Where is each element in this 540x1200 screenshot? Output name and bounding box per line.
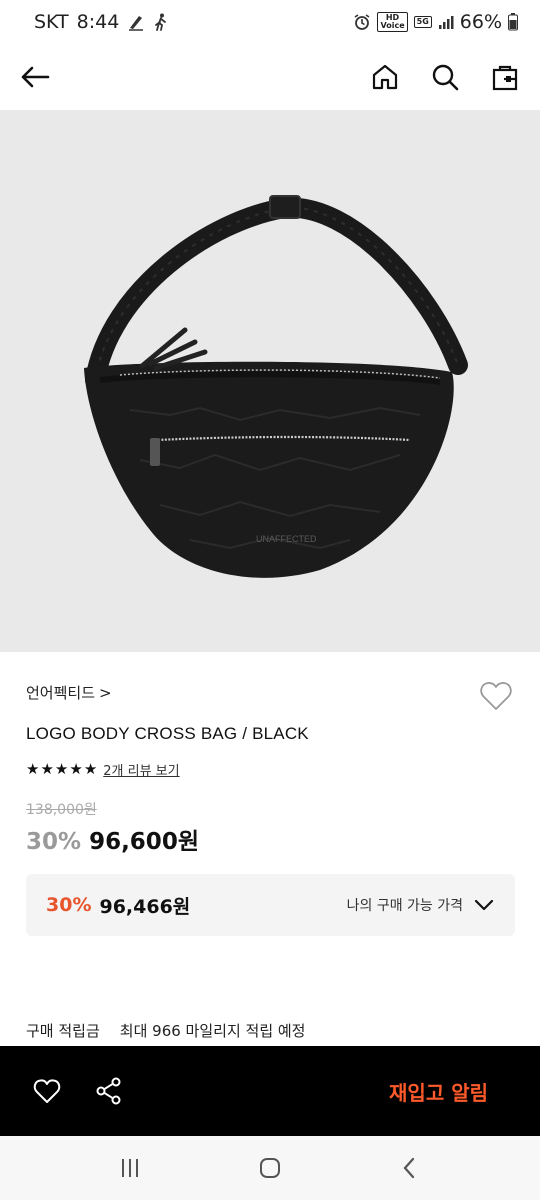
shopping-bag-icon [492,65,518,91]
star-icon: ★ [26,760,40,778]
battery-icon [508,13,518,31]
star-rating: ★ ★ ★ ★ ★ [26,762,97,777]
heart-icon [33,1079,61,1103]
brand-name: 언어펙티드 [26,684,96,702]
battery-percent: 66% [459,11,502,33]
home-nav-button[interactable] [250,1148,290,1188]
star-icon: ★ [69,760,83,778]
home-circle-icon [260,1158,280,1178]
carrier-label: SKT [34,11,69,33]
review-link[interactable]: 2개 리뷰 보기 [103,760,179,779]
points-row: 구매 적립금 최대 966 마일리지 적립 예정 [26,1020,306,1041]
chevron-down-icon [474,899,494,911]
pen-notification-icon [127,13,145,31]
points-label: 구매 적립금 [26,1022,100,1040]
status-bar: SKT 8:44 HD Voice 5G 66% [0,0,540,44]
my-price-dropdown[interactable]: 30% 96,466원 나의 구매 가능 가격 [26,874,515,936]
restock-alert-button[interactable]: 재입고 알림 [389,1077,488,1106]
system-nav-bar [0,1136,540,1200]
search-button[interactable] [428,60,462,94]
star-icon: ★ [40,760,54,778]
bottom-wishlist-button[interactable] [30,1074,64,1108]
home-icon [372,64,398,90]
sale-price: 96,600원 [89,829,199,855]
price-row: 30% 96,600원 [26,822,199,856]
star-icon: ★ [54,760,69,778]
clock: 8:44 [76,11,120,33]
my-discount-rate: 30% [46,894,92,916]
points-value: 최대 966 마일리지 적립 예정 [119,1022,306,1040]
arrow-left-icon [21,66,50,88]
signal-icon [438,14,454,30]
share-button[interactable] [92,1074,126,1108]
back-button[interactable] [18,60,52,94]
heart-icon [480,682,512,710]
home-button[interactable] [368,60,402,94]
network-badge: 5G [413,16,432,28]
recent-apps-icon [122,1159,138,1177]
alarm-icon [353,13,371,31]
bag-logo: UNAFFECTED [256,534,317,544]
original-price: 138,000원 [26,802,97,818]
product-image[interactable]: UNAFFECTED [0,110,540,652]
my-price-label: 나의 구매 가능 가격 [346,898,463,914]
search-icon [432,64,459,91]
cart-button[interactable] [488,60,522,94]
star-icon: ★ [83,760,98,778]
back-nav-button[interactable] [390,1148,430,1188]
discount-rate: 30% [26,829,82,855]
recent-apps-button[interactable] [110,1148,150,1188]
app-header [0,44,540,110]
my-price: 96,466원 [99,895,191,918]
wishlist-button[interactable] [478,678,514,714]
chevron-right-icon: > [99,683,112,702]
crossbody-bag-illustration: UNAFFECTED [84,195,468,578]
back-chevron-icon [403,1157,415,1179]
brand-link[interactable]: 언어펙티드 > [26,682,112,703]
rating-row: ★ ★ ★ ★ ★ 2개 리뷰 보기 [26,760,180,780]
hd-voice-badge: HD Voice [377,12,408,32]
bottom-action-bar: 재입고 알림 [0,1046,540,1136]
product-name: LOGO BODY CROSS BAG / BLACK [26,724,309,743]
walking-icon [153,13,169,31]
share-icon [96,1077,121,1105]
